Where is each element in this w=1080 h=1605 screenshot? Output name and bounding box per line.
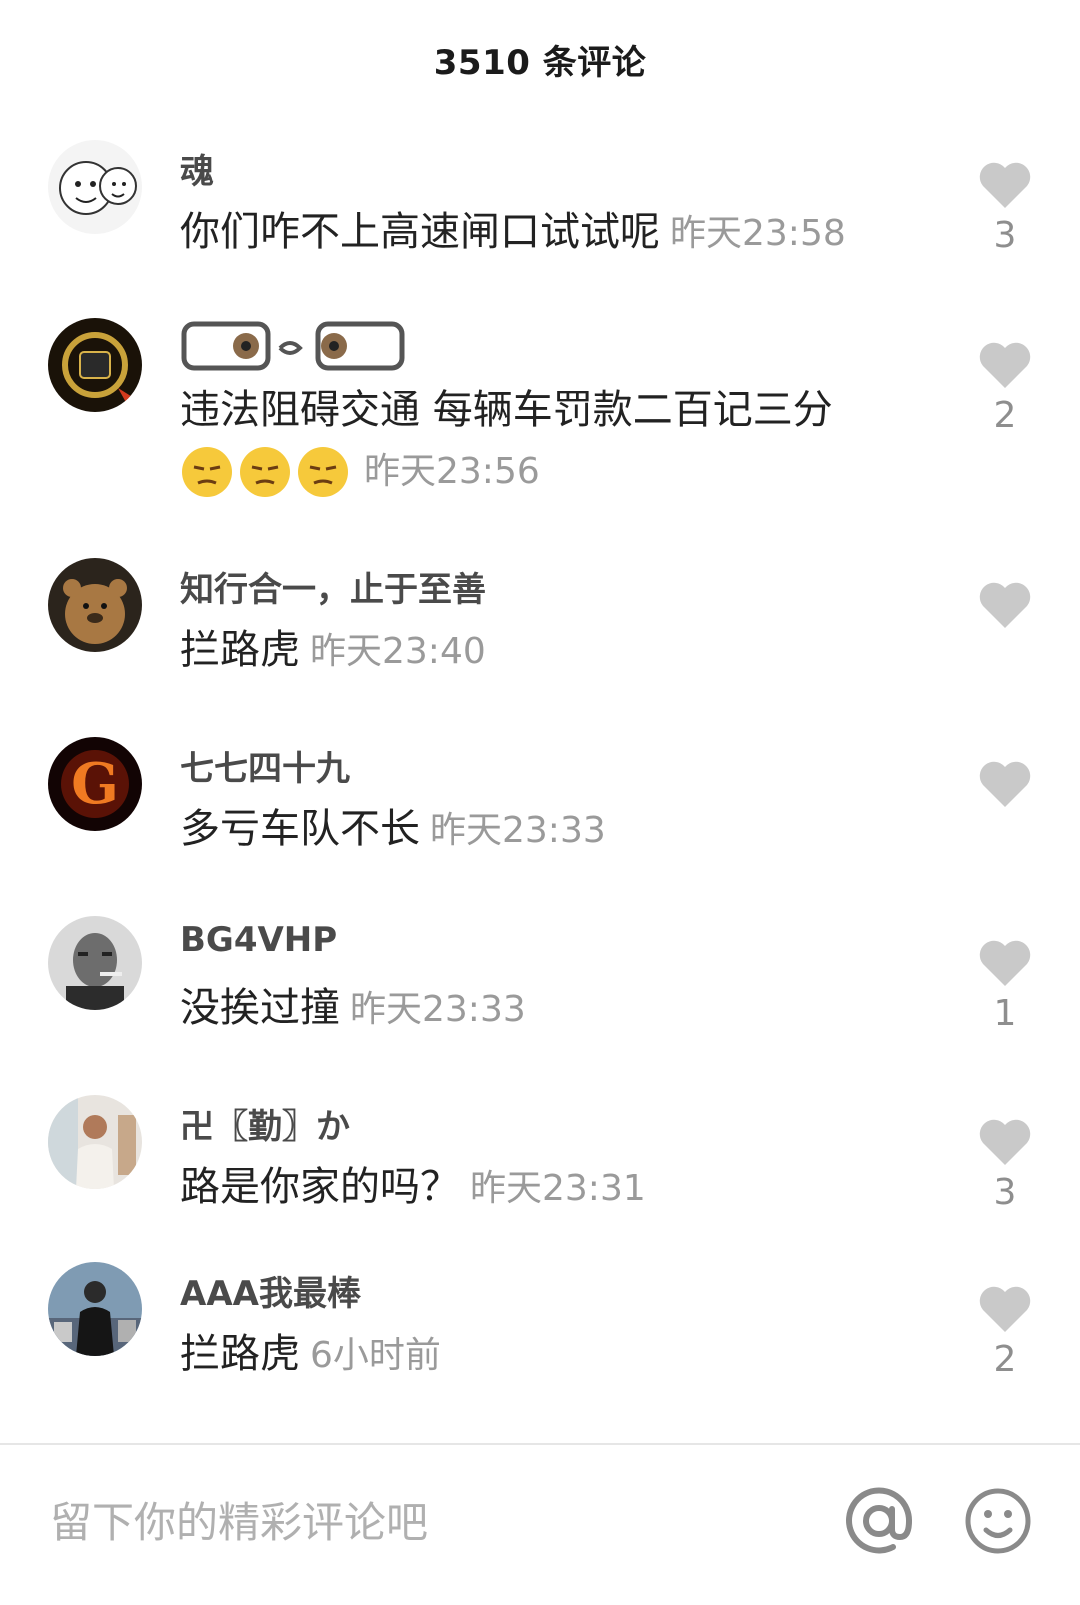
- comment-username[interactable]: 魂: [180, 144, 214, 193]
- svg-text:G: G: [71, 751, 119, 817]
- comment-username[interactable]: 知行合一，止于至善: [180, 562, 486, 611]
- mention-button[interactable]: [843, 1485, 915, 1557]
- like-count: 3: [993, 215, 1017, 256]
- comment-text: 没挨过撞: [180, 985, 340, 1031]
- comment-time: 昨天23:33: [430, 810, 606, 851]
- comment-username[interactable]: [180, 318, 410, 383]
- comment-body: 没挨过撞 昨天23:33: [180, 978, 940, 1040]
- like-count: 3: [993, 1172, 1017, 1213]
- comment-body: 违法阻碍交通 每辆车罚款二百记三分昨天23:56: [180, 380, 940, 502]
- comment-time: 昨天23:40: [310, 631, 486, 672]
- comment-text: 违法阻碍交通 每辆车罚款二百记三分: [180, 387, 833, 433]
- avatar[interactable]: [48, 140, 142, 234]
- comment-text: 多亏车队不长: [180, 806, 420, 852]
- like-button[interactable]: 2: [970, 338, 1040, 436]
- comment-text: 你们咋不上高速闸口试试呢: [180, 209, 660, 255]
- heart-icon: [979, 162, 1031, 208]
- comment-time: 昨天23:31: [470, 1168, 646, 1209]
- smiley-icon: [965, 1488, 1031, 1554]
- like-count: 1: [993, 993, 1017, 1034]
- comment-input[interactable]: 留下你的精彩评论吧: [50, 1489, 428, 1550]
- like-count: 2: [993, 395, 1017, 436]
- comment-body: 拦路虎 昨天23:40: [180, 620, 940, 682]
- heart-icon: [979, 940, 1031, 986]
- heart-icon: [979, 342, 1031, 388]
- comment-time: 昨天23:33: [350, 989, 526, 1030]
- like-count: 2: [993, 1339, 1017, 1380]
- comment-body: 你们咋不上高速闸口试试呢 昨天23:58: [180, 202, 940, 264]
- comment-time: 6小时前: [310, 1335, 441, 1376]
- smirk-emoji-icon: [238, 445, 292, 499]
- at-icon: [846, 1487, 913, 1554]
- avatar[interactable]: [48, 1262, 142, 1356]
- heart-icon: [979, 761, 1031, 807]
- comment-username[interactable]: 卍〖勤〗か: [180, 1099, 350, 1148]
- heart-icon: [979, 1119, 1031, 1165]
- avatar[interactable]: [48, 318, 142, 412]
- comment-username[interactable]: 七七四十九: [180, 741, 350, 790]
- comment-username[interactable]: BG4VHP: [180, 920, 337, 960]
- comment-body: 路是你家的吗？ 昨天23:31: [180, 1157, 940, 1219]
- avatar[interactable]: [48, 1095, 142, 1189]
- comment-body: 多亏车队不长 昨天23:33: [180, 799, 940, 861]
- comment-username[interactable]: AAA我最棒: [180, 1266, 361, 1315]
- like-button[interactable]: [970, 757, 1040, 815]
- glasses-eyes-name-icon: [181, 321, 405, 371]
- like-button[interactable]: [970, 578, 1040, 636]
- comment-time: 昨天23:56: [364, 451, 540, 492]
- like-button[interactable]: 1: [970, 936, 1040, 1034]
- heart-icon: [979, 582, 1031, 628]
- comment-body: 拦路虎 6小时前: [180, 1324, 940, 1386]
- comment-time: 昨天23:58: [670, 213, 846, 254]
- like-button[interactable]: 3: [970, 1115, 1040, 1213]
- comment-text: 拦路虎: [180, 1331, 300, 1377]
- avatar[interactable]: [48, 558, 142, 652]
- emoji-button[interactable]: [962, 1485, 1034, 1557]
- comment-list[interactable]: 魂 你们咋不上高速闸口试试呢 昨天23:58 3 违法阻碍交通 每辆车罚款二百记三…: [0, 0, 1080, 1445]
- comment-text: 路是你家的吗？: [180, 1164, 460, 1210]
- heart-icon: [979, 1286, 1031, 1332]
- avatar[interactable]: [48, 916, 142, 1010]
- comment-text: 拦路虎: [180, 627, 300, 673]
- comment-input-bar: 留下你的精彩评论吧: [0, 1443, 1080, 1605]
- avatar[interactable]: G: [48, 737, 142, 831]
- like-button[interactable]: 2: [970, 1282, 1040, 1380]
- smirk-emoji-icon: [180, 445, 234, 499]
- like-button[interactable]: 3: [970, 158, 1040, 256]
- smirk-emoji-icon: [296, 445, 350, 499]
